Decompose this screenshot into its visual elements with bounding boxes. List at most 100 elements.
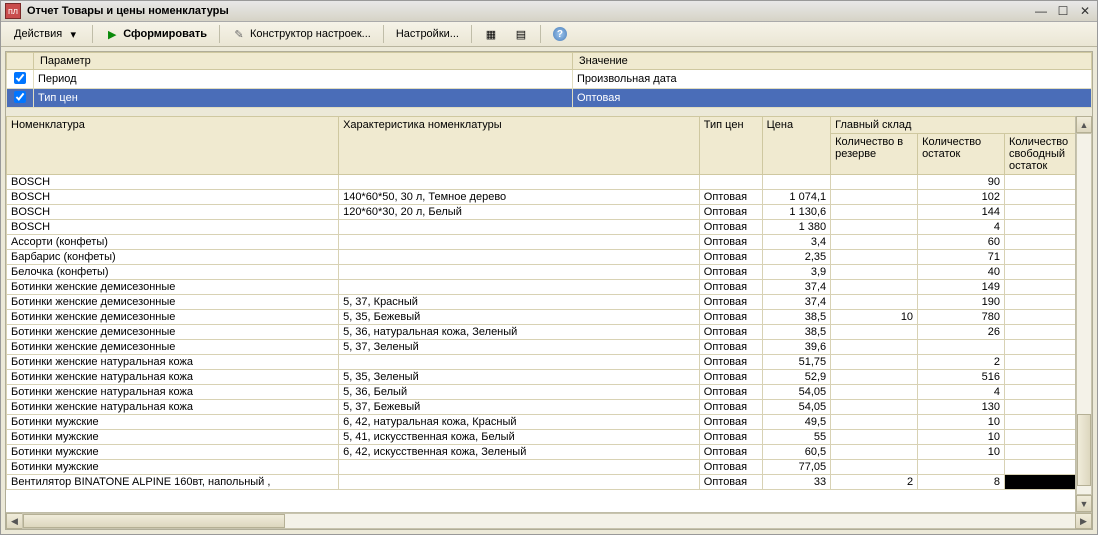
actions-menu[interactable]: Действия ▾ xyxy=(7,23,87,45)
cell-nomenclature[interactable]: BOSCH xyxy=(7,205,339,220)
cell-price-type[interactable]: Оптовая xyxy=(699,460,762,475)
param-value-cell[interactable]: Произвольная дата xyxy=(573,70,1092,89)
cell-price-type[interactable]: Оптовая xyxy=(699,355,762,370)
cell-price-type[interactable]: Оптовая xyxy=(699,325,762,340)
table-row[interactable]: Ботинки женские демисезонныеОптовая37,41… xyxy=(7,280,1092,295)
cell-price[interactable]: 49,5 xyxy=(762,415,831,430)
cell-characteristic[interactable]: 5, 37, Красный xyxy=(339,295,700,310)
cell-characteristic[interactable]: 6, 42, искусственная кожа, Зеленый xyxy=(339,445,700,460)
cell-qty-reserve[interactable] xyxy=(831,400,918,415)
col-price[interactable]: Цена xyxy=(762,117,831,175)
cell-qty-reserve[interactable] xyxy=(831,295,918,310)
cell-price-type[interactable]: Оптовая xyxy=(699,310,762,325)
close-button[interactable]: ✕ xyxy=(1077,4,1093,18)
cell-qty-remain[interactable]: 60 xyxy=(918,235,1005,250)
cell-price[interactable]: 54,05 xyxy=(762,385,831,400)
vertical-scrollbar[interactable]: ▲ ▼ xyxy=(1075,116,1092,512)
cell-qty-remain[interactable]: 10 xyxy=(918,415,1005,430)
cell-nomenclature[interactable]: Ботинки женские демисезонные xyxy=(7,325,339,340)
cell-qty-remain[interactable]: 4 xyxy=(918,385,1005,400)
cell-price[interactable]: 38,5 xyxy=(762,310,831,325)
cell-price-type[interactable]: Оптовая xyxy=(699,415,762,430)
cell-nomenclature[interactable]: Ботинки женские демисезонные xyxy=(7,310,339,325)
param-checkbox-cell[interactable] xyxy=(7,70,34,89)
table-row[interactable]: Ботинки женские демисезонные5, 37, Зелен… xyxy=(7,340,1092,355)
cell-qty-reserve[interactable] xyxy=(831,370,918,385)
cell-price-type[interactable]: Оптовая xyxy=(699,190,762,205)
cell-price[interactable]: 55 xyxy=(762,430,831,445)
cell-nomenclature[interactable]: BOSCH xyxy=(7,220,339,235)
cell-qty-remain[interactable]: 516 xyxy=(918,370,1005,385)
table-row[interactable]: Ботинки мужские5, 41, искусственная кожа… xyxy=(7,430,1092,445)
cell-characteristic[interactable]: 5, 35, Бежевый xyxy=(339,310,700,325)
cell-qty-remain[interactable]: 144 xyxy=(918,205,1005,220)
table-row[interactable]: Ботинки мужскиеОптовая77,05 xyxy=(7,460,1092,475)
cell-qty-reserve[interactable] xyxy=(831,415,918,430)
cell-characteristic[interactable]: 6, 42, натуральная кожа, Красный xyxy=(339,415,700,430)
cell-characteristic[interactable]: 5, 36, натуральная кожа, Зеленый xyxy=(339,325,700,340)
cell-nomenclature[interactable]: BOSCH xyxy=(7,175,339,190)
cell-qty-reserve[interactable] xyxy=(831,265,918,280)
cell-price-type[interactable]: Оптовая xyxy=(699,370,762,385)
cell-price[interactable]: 3,9 xyxy=(762,265,831,280)
cell-qty-remain[interactable]: 8 xyxy=(918,475,1005,490)
cell-nomenclature[interactable]: Ботинки женские натуральная кожа xyxy=(7,385,339,400)
cell-characteristic[interactable]: 5, 36, Белый xyxy=(339,385,700,400)
cell-price[interactable]: 37,4 xyxy=(762,280,831,295)
cell-price-type[interactable]: Оптовая xyxy=(699,475,762,490)
cell-nomenclature[interactable]: Ботинки мужские xyxy=(7,430,339,445)
cell-qty-remain[interactable]: 190 xyxy=(918,295,1005,310)
cell-characteristic[interactable]: 5, 41, искусственная кожа, Белый xyxy=(339,430,700,445)
cell-price[interactable]: 33 xyxy=(762,475,831,490)
cell-nomenclature[interactable]: Ботинки женские натуральная кожа xyxy=(7,355,339,370)
table-row[interactable]: Барбарис (конфеты)Оптовая2,3571 xyxy=(7,250,1092,265)
cell-price[interactable]: 54,05 xyxy=(762,400,831,415)
table-row[interactable]: BOSCHОптовая1 3804 xyxy=(7,220,1092,235)
cell-price-type[interactable]: Оптовая xyxy=(699,265,762,280)
tool-button-2[interactable]: ▤ xyxy=(507,23,535,45)
cell-price[interactable]: 60,5 xyxy=(762,445,831,460)
cell-price[interactable]: 1 074,1 xyxy=(762,190,831,205)
cell-price[interactable]: 3,4 xyxy=(762,235,831,250)
table-row[interactable]: Ассорти (конфеты)Оптовая3,460 xyxy=(7,235,1092,250)
scroll-left-button[interactable]: ◀ xyxy=(6,513,23,529)
cell-qty-reserve[interactable] xyxy=(831,430,918,445)
param-name-cell[interactable]: Период xyxy=(34,70,573,89)
form-button[interactable]: ▶ Сформировать xyxy=(98,23,214,45)
cell-characteristic[interactable] xyxy=(339,475,700,490)
cell-nomenclature[interactable]: Барбарис (конфеты) xyxy=(7,250,339,265)
cell-price-type[interactable]: Оптовая xyxy=(699,205,762,220)
cell-characteristic[interactable]: 120*60*30, 20 л, Белый xyxy=(339,205,700,220)
cell-price-type[interactable]: Оптовая xyxy=(699,400,762,415)
cell-qty-reserve[interactable] xyxy=(831,280,918,295)
scroll-h-thumb[interactable] xyxy=(23,514,285,528)
cell-qty-remain[interactable] xyxy=(918,460,1005,475)
cell-qty-remain[interactable]: 149 xyxy=(918,280,1005,295)
table-row[interactable]: Ботинки женские демисезонные5, 37, Красн… xyxy=(7,295,1092,310)
cell-price[interactable]: 1 130,6 xyxy=(762,205,831,220)
cell-characteristic[interactable]: 140*60*50, 30 л, Темное дерево xyxy=(339,190,700,205)
cell-nomenclature[interactable]: Ботинки мужские xyxy=(7,445,339,460)
table-row[interactable]: BOSCH120*60*30, 20 л, БелыйОптовая1 130,… xyxy=(7,205,1092,220)
cell-qty-remain[interactable]: 130 xyxy=(918,400,1005,415)
cell-price[interactable]: 37,4 xyxy=(762,295,831,310)
cell-price-type[interactable] xyxy=(699,175,762,190)
cell-price-type[interactable]: Оптовая xyxy=(699,340,762,355)
cell-price-type[interactable]: Оптовая xyxy=(699,220,762,235)
param-value-cell[interactable]: Оптовая xyxy=(573,89,1092,108)
cell-qty-reserve[interactable] xyxy=(831,460,918,475)
cell-nomenclature[interactable]: BOSCH xyxy=(7,190,339,205)
cell-characteristic[interactable] xyxy=(339,460,700,475)
cell-price-type[interactable]: Оптовая xyxy=(699,235,762,250)
cell-nomenclature[interactable]: Ботинки мужские xyxy=(7,460,339,475)
scroll-up-button[interactable]: ▲ xyxy=(1076,116,1092,133)
cell-price[interactable]: 52,9 xyxy=(762,370,831,385)
table-row[interactable]: Ботинки женские демисезонные5, 36, натур… xyxy=(7,325,1092,340)
cell-qty-remain[interactable]: 71 xyxy=(918,250,1005,265)
cell-characteristic[interactable] xyxy=(339,235,700,250)
scroll-v-track[interactable] xyxy=(1076,133,1092,495)
table-row[interactable]: Белочка (конфеты)Оптовая3,940 xyxy=(7,265,1092,280)
table-row[interactable]: Вентилятор BINATONE ALPINE 160вт, наполь… xyxy=(7,475,1092,490)
cell-qty-remain[interactable]: 4 xyxy=(918,220,1005,235)
col-qty-reserve[interactable]: Количество в резерве xyxy=(831,134,918,175)
